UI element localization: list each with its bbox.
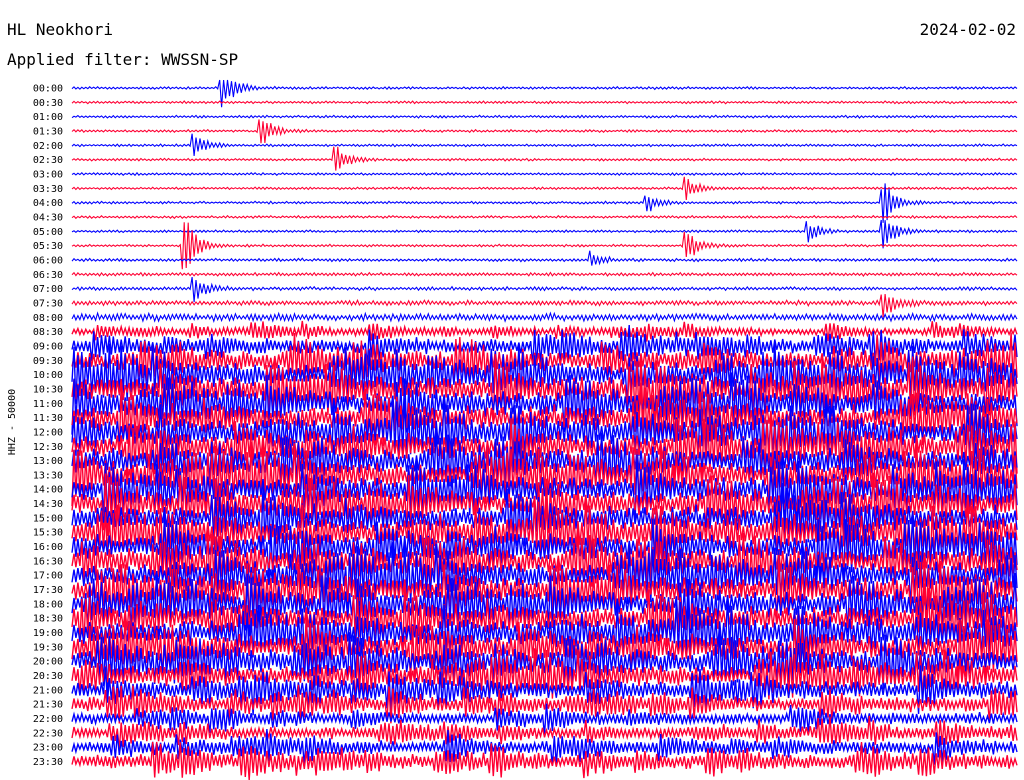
trace-row-0330 — [71, 176, 1018, 200]
trace-row-0800 — [71, 311, 1018, 323]
row-time-label: 12:00 — [33, 427, 63, 438]
trace-row-0130 — [71, 119, 1018, 144]
trace-row-0600 — [71, 250, 1018, 266]
trace-row-0530 — [71, 222, 1018, 270]
row-time-label: 03:30 — [33, 184, 63, 195]
row-time-label: 01:30 — [33, 126, 63, 137]
trace-row-0230 — [71, 146, 1018, 171]
row-time-label: 06:30 — [33, 270, 63, 281]
row-time-label: 09:00 — [33, 341, 63, 352]
trace-row-0500 — [71, 219, 1018, 249]
row-time-label: 20:00 — [33, 657, 63, 668]
row-time-label: 17:30 — [33, 585, 63, 596]
row-time-label: 03:00 — [33, 169, 63, 180]
row-time-label: 11:30 — [33, 413, 63, 424]
trace-row-0430 — [71, 214, 1018, 220]
row-time-label: 13:30 — [33, 470, 63, 481]
row-time-label: 16:30 — [33, 556, 63, 567]
row-time-label: 07:30 — [33, 298, 63, 309]
row-time-label: 23:30 — [33, 757, 63, 768]
row-time-label: 02:30 — [33, 155, 63, 166]
helicorder-plot: 00:00 00:30 01:00 01:30 02:00 02:30 03:00 03:30… — [7, 79, 1018, 780]
row-time-label: 11:00 — [33, 399, 63, 410]
row-time-label: 22:00 — [33, 714, 63, 725]
trace-row-0100 — [71, 114, 1018, 119]
row-time-label: 00:00 — [33, 84, 63, 95]
row-time-label: 04:30 — [33, 212, 63, 223]
row-time-label: 18:00 — [33, 599, 63, 610]
row-time-label: 16:00 — [33, 542, 63, 553]
time-tick-labels: 00:00 00:30 01:00 01:30 02:00 02:30 03:00 03:30… — [33, 84, 63, 769]
trace-row-0300 — [71, 171, 1018, 177]
row-time-label: 01:00 — [33, 112, 63, 123]
row-time-label: 08:00 — [33, 313, 63, 324]
row-time-label: 14:00 — [33, 485, 63, 496]
row-time-label: 05:30 — [33, 241, 63, 252]
y-axis-label: HHZ - 50000 — [7, 389, 18, 455]
row-time-label: 19:00 — [33, 628, 63, 639]
row-time-label: 15:00 — [33, 513, 63, 524]
row-time-label: 08:30 — [33, 327, 63, 338]
row-time-label: 07:00 — [33, 284, 63, 295]
row-time-label: 21:00 — [33, 685, 63, 696]
row-time-label: 10:30 — [33, 384, 63, 395]
trace-row-0700 — [71, 277, 1018, 303]
trace-row-0200 — [71, 133, 1018, 157]
trace-row-2330 — [71, 741, 1018, 780]
row-time-label: 10:00 — [33, 370, 63, 381]
row-time-label: 22:30 — [33, 728, 63, 739]
row-time-label: 06:00 — [33, 255, 63, 266]
row-time-label: 04:00 — [33, 198, 63, 209]
row-time-label: 05:00 — [33, 227, 63, 238]
row-time-label: 20:30 — [33, 671, 63, 682]
row-time-label: 09:30 — [33, 356, 63, 367]
trace-row-0030 — [71, 100, 1018, 105]
row-time-label: 21:30 — [33, 700, 63, 711]
row-time-label: 15:30 — [33, 528, 63, 539]
row-time-label: 17:00 — [33, 571, 63, 582]
row-time-label: 19:30 — [33, 642, 63, 653]
row-time-label: 00:30 — [33, 98, 63, 109]
trace-row-0730 — [71, 294, 1018, 318]
row-time-label: 12:30 — [33, 442, 63, 453]
row-time-label: 18:30 — [33, 614, 63, 625]
trace-row-0830 — [71, 320, 1018, 342]
row-time-label: 13:00 — [33, 456, 63, 467]
row-time-label: 14:30 — [33, 499, 63, 510]
row-time-label: 23:00 — [33, 743, 63, 754]
trace-group — [71, 79, 1018, 780]
row-time-label: 02:00 — [33, 141, 63, 152]
trace-row-0630 — [71, 271, 1018, 277]
